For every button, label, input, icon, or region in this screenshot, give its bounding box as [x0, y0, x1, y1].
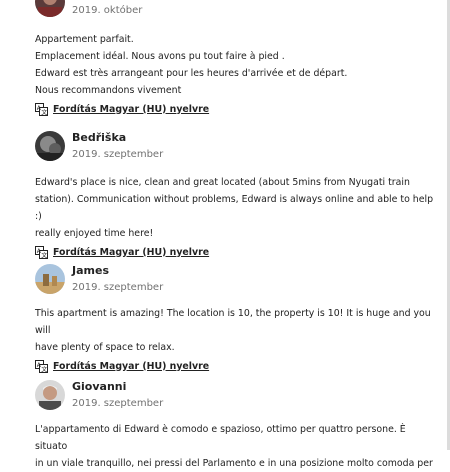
reviewer-name[interactable]: James [72, 264, 109, 278]
review-date: 2019. október [72, 5, 143, 16]
review-line: in un viale tranquillo, nei pressi del P… [35, 458, 433, 469]
svg-text:文: 文 [41, 365, 47, 373]
review-header: 2019. október [35, 0, 435, 17]
review-header: James 2019. szeptember [35, 264, 435, 294]
review-header: Giovanni 2019. szeptember [35, 380, 435, 410]
avatar[interactable] [35, 131, 65, 161]
review-date: 2019. szeptember [72, 149, 164, 160]
review-line: Appartement parfait. [35, 34, 134, 45]
reviewer-name[interactable]: Bedřiška [72, 131, 126, 145]
translate-icon: A 文 [35, 359, 48, 373]
translate-row: A 文 Fordítás Magyar (HU) nyelvre [35, 359, 435, 373]
review-line: station). Communication without problems… [35, 194, 434, 222]
avatar[interactable] [35, 264, 65, 294]
svg-text:文: 文 [41, 108, 47, 116]
translate-link[interactable]: Fordítás Magyar (HU) nyelvre [53, 247, 209, 258]
translate-row: A 文 Fordítás Magyar (HU) nyelvre [35, 102, 435, 116]
review-text: This apartment is amazing! The location … [35, 305, 435, 356]
translate-row: A 文 Fordítás Magyar (HU) nyelvre [35, 245, 435, 259]
review-line: have plenty of space to relax. [35, 342, 175, 353]
translate-link[interactable]: Fordítás Magyar (HU) nyelvre [53, 361, 209, 372]
review-date: 2019. szeptember [72, 282, 164, 293]
review-item: 2019. október Appartement parfait. Empla… [35, 0, 435, 116]
review-line: This apartment is amazing! The location … [35, 308, 431, 336]
avatar[interactable] [35, 380, 65, 410]
translate-link[interactable]: Fordítás Magyar (HU) nyelvre [53, 104, 209, 115]
review-header: Bedřiška 2019. szeptember [35, 131, 435, 161]
avatar[interactable] [35, 0, 65, 17]
review-text: Appartement parfait. Emplacement idéal. … [35, 31, 435, 99]
review-item: Bedřiška 2019. szeptember Edward's place… [35, 131, 435, 259]
review-text: L'appartamento di Edward è comodo e spaz… [35, 421, 435, 472]
reviewer-name[interactable]: Giovanni [72, 380, 126, 394]
review-line: Edward's place is nice, clean and great … [35, 177, 410, 188]
svg-text:文: 文 [41, 251, 47, 259]
review-line: Edward est très arrangeant pour les heur… [35, 68, 348, 79]
translate-icon: A 文 [35, 245, 48, 259]
review-item: James 2019. szeptember This apartment is… [35, 264, 435, 373]
review-line: really enjoyed time here! [35, 228, 154, 239]
review-line: Nous recommandons vivement [35, 85, 182, 96]
review-line: Emplacement idéal. Nous avons pu tout fa… [35, 51, 285, 62]
review-date: 2019. szeptember [72, 398, 164, 409]
translate-icon: A 文 [35, 102, 48, 116]
review-text: Edward's place is nice, clean and great … [35, 174, 435, 242]
review-item: Giovanni 2019. szeptember L'appartamento… [35, 380, 435, 472]
review-line: L'appartamento di Edward è comodo e spaz… [35, 424, 406, 452]
